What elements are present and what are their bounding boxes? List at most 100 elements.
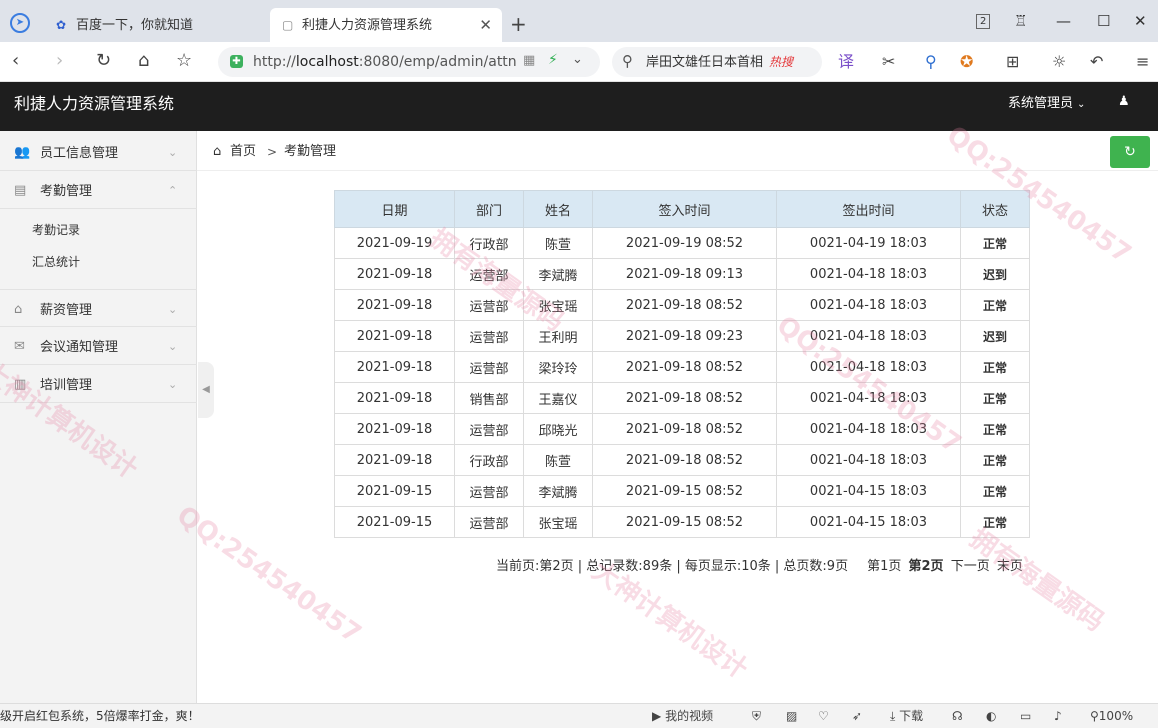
cell-date: 2021-09-18 <box>334 320 455 352</box>
skin-shirt-icon[interactable]: ♖ <box>1014 10 1027 32</box>
browser-tab-hr-system[interactable]: ▢ 利捷人力资源管理系统 ✕ <box>270 8 502 42</box>
cell-checkout: 0021-04-15 18:03 <box>776 506 961 538</box>
sidebar-item-training[interactable]: ▥ 培训管理 ⌄ <box>0 365 197 403</box>
breadcrumb-home[interactable]: 首页 <box>230 131 256 173</box>
brightness-icon[interactable]: ☼ <box>1052 51 1066 73</box>
cell-date: 2021-09-18 <box>334 258 455 290</box>
column-header-name: 姓名 <box>523 190 593 228</box>
home-icon: ⌂ <box>213 144 222 159</box>
breadcrumb-current: 考勤管理 <box>284 144 337 159</box>
sidebar-item-employee[interactable]: 👥 员工信息管理 ⌄ <box>0 133 197 171</box>
cell-checkin: 2021-09-18 08:52 <box>592 289 777 321</box>
cell-checkin: 2021-09-18 08:52 <box>592 351 777 383</box>
cell-checkout: 0021-04-18 18:03 <box>776 351 961 383</box>
theme-shirt-icon[interactable]: ♟ <box>1118 94 1130 109</box>
browser-status-bar: 级开启红包系统，5倍爆率打金，爽！ ▶ 我的视频 ⛨ ▨ ♡ ➶ ⤓ 下载 ☊ … <box>0 703 1158 728</box>
page-link-next[interactable]: 下一页 <box>951 559 990 574</box>
close-tab-icon[interactable]: ✕ <box>479 8 492 42</box>
forward-button[interactable]: › <box>56 50 63 72</box>
apps-grid-icon[interactable]: ⊞ <box>1006 51 1019 73</box>
user-menu[interactable]: 系统管理员 ⌄ <box>1008 82 1085 127</box>
table-row: 2021-09-18 运营部 张宝瑶 2021-09-18 08:52 0021-04-… <box>334 289 1030 321</box>
minimize-button[interactable]: — <box>1056 10 1071 32</box>
chevron-down-icon: ⌄ <box>168 146 178 159</box>
search-text[interactable]: 岸田文雄任日本首相 <box>646 55 763 70</box>
cell-checkin: 2021-09-15 08:52 <box>592 475 777 507</box>
browser-tab-baidu[interactable]: ✿ 百度一下，你就知道 <box>44 8 270 42</box>
cell-date: 2021-09-15 <box>334 506 455 538</box>
rocket-icon[interactable]: ➶ <box>852 704 862 728</box>
game-controller-icon[interactable]: ✪ <box>960 51 973 73</box>
breadcrumb: ⌂ 首页 > 考勤管理 <box>197 131 1158 171</box>
search-box[interactable]: ⚲ 岸田文雄任日本首相 热搜 <box>612 47 822 77</box>
browser-extension-icon[interactable]: ◐ <box>986 704 996 728</box>
cell-name: 张宝瑶 <box>523 506 593 538</box>
reload-icon[interactable]: ↻ <box>96 50 111 72</box>
attendance-table: 日期 部门 姓名 签入时间 签出时间 状态 2021-09-19 行政部 陈萱 202… <box>334 190 1030 538</box>
home-icon[interactable]: ⌂ <box>138 50 149 72</box>
cell-name: 陈萱 <box>523 227 593 259</box>
qr-code-icon[interactable]: ▦ <box>523 53 535 68</box>
new-tab-button[interactable]: + <box>510 10 527 38</box>
bookmark-star-icon[interactable]: ☆ <box>176 50 192 72</box>
menu-icon[interactable]: ≡ <box>1136 51 1149 73</box>
maximize-button[interactable]: ☐ <box>1097 10 1110 32</box>
address-bar[interactable]: ✚ http://localhost:8080/emp/admin/attn ▦… <box>218 47 600 77</box>
volume-icon[interactable]: ♪ <box>1054 704 1062 728</box>
page-link-last[interactable]: 末页 <box>997 559 1023 574</box>
cell-date: 2021-09-19 <box>334 227 455 259</box>
heartbeat-icon[interactable]: ♡ <box>818 704 829 728</box>
undo-icon[interactable]: ↶ <box>1090 51 1103 73</box>
sidebar-subitem-records[interactable]: 考勤记录 <box>32 220 80 240</box>
my-video-button[interactable]: ▶ 我的视频 <box>652 704 713 728</box>
back-button[interactable]: ‹ <box>12 50 19 72</box>
refresh-button[interactable]: ↻ <box>1110 136 1150 168</box>
column-header-checkin: 签入时间 <box>592 190 777 228</box>
browser-tab-bar: ➤ ✿ 百度一下，你就知道 ▢ 利捷人力资源管理系统 ✕ + 2 ♖ — ☐ ✕ <box>0 0 1158 42</box>
cell-status: 迟到 <box>960 258 1030 290</box>
image-icon[interactable]: ▨ <box>786 704 797 728</box>
magnifier-icon[interactable]: ⚲ <box>925 51 937 73</box>
cell-department: 销售部 <box>454 382 524 414</box>
cell-date: 2021-09-15 <box>334 475 455 507</box>
zoom-level[interactable]: ⚲100% <box>1090 704 1133 728</box>
cell-checkin: 2021-09-18 09:23 <box>592 320 777 352</box>
sidebar-collapse-handle[interactable]: ◀ <box>198 362 214 418</box>
cell-name: 李斌腾 <box>523 475 593 507</box>
table-row: 2021-09-19 行政部 陈萱 2021-09-19 08:52 0021-04-1… <box>334 227 1030 259</box>
browser-logo-icon[interactable]: ➤ <box>10 13 30 33</box>
cell-date: 2021-09-18 <box>334 382 455 414</box>
headset-icon[interactable]: ☊ <box>952 704 963 728</box>
sidebar-item-salary[interactable]: ⌂ 薪资管理 ⌄ <box>0 289 197 327</box>
cell-name: 张宝瑶 <box>523 289 593 321</box>
sidebar-item-attendance[interactable]: ▤ 考勤管理 ⌃ <box>0 171 197 209</box>
app-header: 利捷人力资源管理系统 系统管理员 ⌄ ♟ <box>0 82 1158 131</box>
status-promo-text[interactable]: 级开启红包系统，5倍爆率打金，爽！ <box>0 704 200 728</box>
cell-department: 运营部 <box>454 320 524 352</box>
close-window-button[interactable]: ✕ <box>1134 10 1147 32</box>
sidebar-subitem-summary[interactable]: 汇总统计 <box>32 252 80 272</box>
tab-count-button[interactable]: 2 <box>976 14 991 29</box>
cell-checkout: 0021-04-18 18:03 <box>776 320 961 352</box>
envelope-icon: ✉ <box>14 339 25 354</box>
translate-icon[interactable]: 译 <box>838 51 854 73</box>
shield-icon[interactable]: ⛨ <box>752 704 761 728</box>
scissors-icon[interactable]: ✂ <box>882 51 895 73</box>
url-text[interactable]: http://localhost:8080/emp/admin/attn <box>253 47 533 77</box>
cell-department: 运营部 <box>454 506 524 538</box>
baidu-paw-icon: ✿ <box>56 18 67 32</box>
sidebar-item-meeting[interactable]: ✉ 会议通知管理 ⌄ <box>0 327 197 365</box>
page-link-first[interactable]: 第1页 <box>867 559 901 574</box>
cell-date: 2021-09-18 <box>334 351 455 383</box>
cell-status: 正常 <box>960 382 1030 414</box>
download-button[interactable]: ⤓ 下载 <box>890 704 923 728</box>
lightning-icon[interactable]: ⚡ <box>548 52 558 68</box>
table-row: 2021-09-18 运营部 李斌腾 2021-09-18 09:13 0021-04-… <box>334 258 1030 290</box>
search-icon: ⚲ <box>622 52 633 70</box>
window-icon[interactable]: ▭ <box>1020 704 1031 728</box>
cell-status: 迟到 <box>960 320 1030 352</box>
cell-checkout: 0021-04-19 18:03 <box>776 227 961 259</box>
cell-status: 正常 <box>960 289 1030 321</box>
download-icon: ⤓ <box>890 709 896 723</box>
chevron-down-icon[interactable]: ⌄ <box>572 52 583 67</box>
